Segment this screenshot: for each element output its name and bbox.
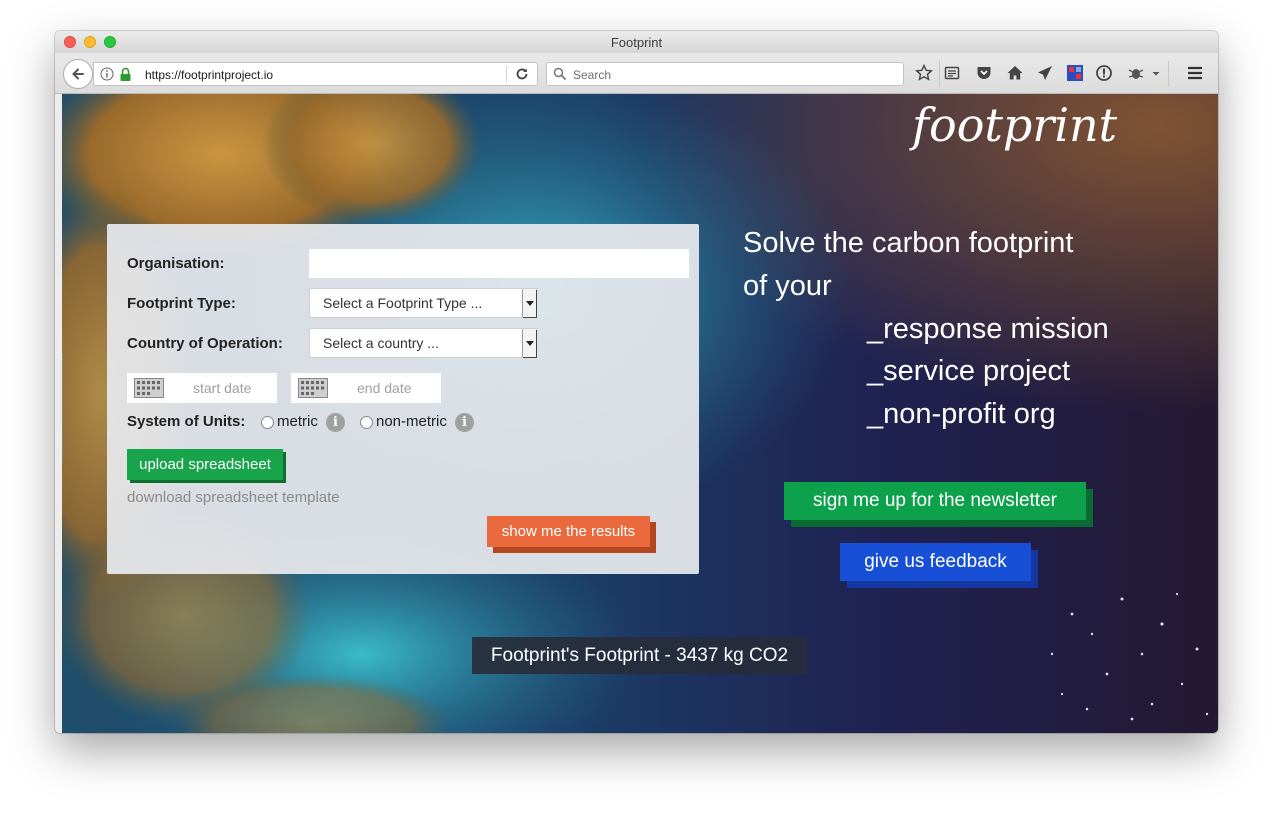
- end-date-input[interactable]: end date: [291, 373, 441, 403]
- download-template-link[interactable]: download spreadsheet template: [127, 489, 340, 506]
- browser-window: Footprint https://footprintproject.io Se…: [55, 31, 1218, 733]
- dropdown-arrow-icon: [522, 329, 536, 357]
- reload-icon[interactable]: [514, 66, 530, 82]
- country-select[interactable]: Select a country ...: [309, 328, 537, 358]
- calculator-form: Organisation: Footprint Type: Select a F…: [107, 224, 699, 574]
- metric-label[interactable]: metric: [277, 413, 318, 430]
- search-placeholder: Search: [573, 68, 612, 82]
- show-results-button[interactable]: show me the results: [487, 516, 650, 547]
- tagline-item: _non-profit org: [867, 398, 1056, 430]
- window-title: Footprint: [610, 35, 663, 50]
- url-bar[interactable]: https://footprintproject.io: [93, 62, 538, 86]
- footprint-logo[interactable]: footprint: [912, 98, 1117, 152]
- tagline-line-1: Solve the carbon footprint: [743, 227, 1074, 259]
- info-icon[interactable]: [100, 67, 114, 81]
- title-bar: Footprint: [55, 31, 1218, 53]
- hamburger-menu-icon[interactable]: [1186, 64, 1204, 82]
- back-arrow-icon: [72, 68, 84, 80]
- calendar-icon[interactable]: [134, 378, 164, 398]
- newsletter-signup-button[interactable]: sign me up for the newsletter: [784, 482, 1086, 520]
- extension-icon[interactable]: [1066, 64, 1084, 82]
- calendar-icon[interactable]: [298, 378, 328, 398]
- bookmark-star-icon[interactable]: [915, 64, 933, 82]
- footprint-type-label: Footprint Type:: [127, 295, 236, 312]
- browser-toolbar: https://footprintproject.io Search: [55, 53, 1218, 94]
- pocket-icon[interactable]: [975, 64, 993, 82]
- page-viewport: footprint Organisation: Footprint Type: …: [62, 94, 1218, 733]
- units-label: System of Units:: [127, 413, 246, 430]
- reading-list-icon[interactable]: [943, 64, 961, 82]
- tagline-item: _response mission: [867, 313, 1109, 345]
- footprint-type-selected: Select a Footprint Type ...: [323, 295, 483, 311]
- lock-icon[interactable]: [119, 67, 132, 82]
- search-bar[interactable]: Search: [546, 62, 904, 86]
- metric-radio[interactable]: [261, 416, 274, 429]
- country-label: Country of Operation:: [127, 335, 283, 352]
- non-metric-radio[interactable]: [360, 416, 373, 429]
- end-date-placeholder: end date: [357, 380, 412, 396]
- url-divider: [506, 66, 507, 82]
- tagline: Solve the carbon footprint of your: [743, 222, 1073, 308]
- chevron-down-icon[interactable]: [1151, 64, 1161, 82]
- password-manager-icon[interactable]: [1095, 64, 1113, 82]
- toolbar-divider: [1168, 61, 1169, 87]
- dropdown-arrow-icon: [522, 289, 536, 317]
- back-button[interactable]: [63, 59, 93, 89]
- non-metric-label[interactable]: non-metric: [376, 413, 447, 430]
- organisation-input[interactable]: [309, 249, 689, 278]
- send-icon[interactable]: [1036, 64, 1054, 82]
- non-metric-info-icon[interactable]: i: [455, 413, 474, 432]
- country-selected: Select a country ...: [323, 335, 439, 351]
- tagline-item: _service project: [867, 355, 1071, 387]
- footprint-type-select[interactable]: Select a Footprint Type ...: [309, 288, 537, 318]
- url-text[interactable]: https://footprintproject.io: [145, 68, 273, 82]
- metric-info-icon[interactable]: i: [326, 413, 345, 432]
- search-icon: [553, 67, 567, 81]
- footprint-emissions-note: Footprint's Footprint - 3437 kg CO2: [472, 637, 807, 674]
- organisation-label: Organisation:: [127, 255, 225, 272]
- home-icon[interactable]: [1006, 64, 1024, 82]
- tagline-line-2: of your: [743, 270, 832, 302]
- upload-spreadsheet-button[interactable]: upload spreadsheet: [127, 449, 283, 480]
- start-date-input[interactable]: start date: [127, 373, 277, 403]
- feedback-button[interactable]: give us feedback: [840, 543, 1031, 581]
- toolbar-divider: [939, 61, 940, 87]
- bug-extension-icon[interactable]: [1127, 64, 1145, 82]
- resize-handle[interactable]: [62, 354, 66, 464]
- start-date-placeholder: start date: [193, 380, 252, 396]
